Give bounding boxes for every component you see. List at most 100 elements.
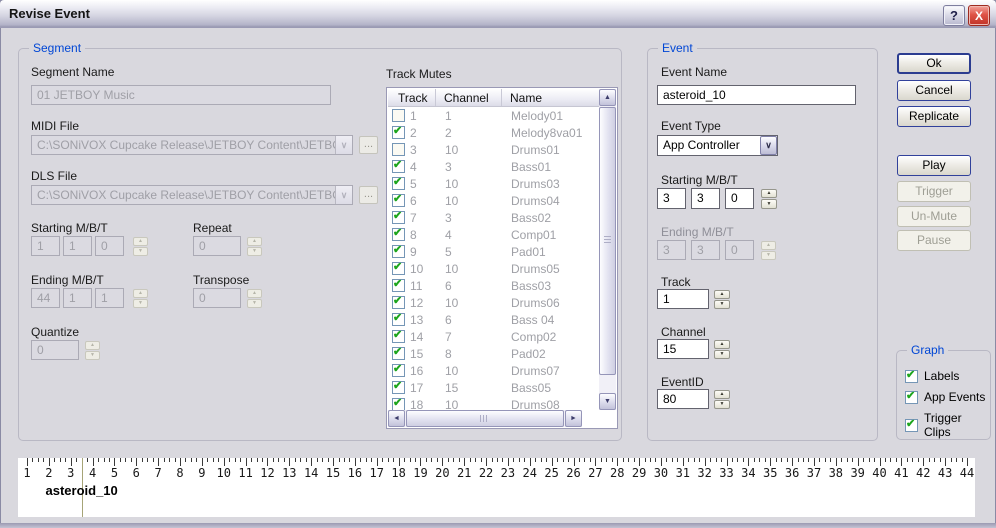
help-icon[interactable]: ? bbox=[943, 5, 965, 26]
track-row[interactable]: ✔1610Drums07 bbox=[388, 362, 599, 379]
track-channel: 4 bbox=[436, 228, 502, 242]
ruler-measure-number: 33 bbox=[719, 466, 733, 480]
play-button[interactable]: Play bbox=[897, 155, 971, 176]
spin-down-icon[interactable] bbox=[714, 300, 730, 309]
checkbox-checked[interactable]: ✔ bbox=[392, 347, 405, 360]
close-icon[interactable]: X bbox=[968, 5, 990, 26]
cancel-button[interactable]: Cancel bbox=[897, 80, 971, 101]
track-row[interactable]: 310Drums01 bbox=[388, 141, 599, 158]
event-track-stepper[interactable] bbox=[714, 289, 730, 309]
track-channel: 6 bbox=[436, 313, 502, 327]
ruler-tick bbox=[393, 458, 394, 462]
checkbox-checked[interactable]: ✔ bbox=[392, 228, 405, 241]
spin-up-icon[interactable] bbox=[714, 340, 730, 349]
event-channel-field[interactable]: 15 bbox=[657, 339, 709, 359]
checkbox-unchecked[interactable] bbox=[392, 109, 405, 122]
track-row[interactable]: ✔136Bass 04 bbox=[388, 311, 599, 328]
track-row[interactable]: ✔43Bass01 bbox=[388, 158, 599, 175]
horizontal-scrollbar[interactable]: ◄ ► bbox=[388, 410, 582, 427]
checkbox-checked[interactable]: ✔ bbox=[392, 160, 405, 173]
event-type-select[interactable]: App Controller bbox=[657, 135, 778, 156]
checkbox-checked[interactable]: ✔ bbox=[392, 245, 405, 258]
checkbox-checked[interactable]: ✔ bbox=[392, 262, 405, 275]
track-row[interactable]: ✔510Drums03 bbox=[388, 175, 599, 192]
scroll-left-icon[interactable]: ◄ bbox=[388, 410, 405, 427]
scroll-up-icon[interactable]: ▲ bbox=[599, 89, 616, 106]
column-header-name[interactable]: Name bbox=[502, 89, 599, 106]
scroll-down-icon[interactable]: ▼ bbox=[599, 393, 616, 410]
scroll-right-icon[interactable]: ► bbox=[565, 410, 582, 427]
checkbox-checked[interactable]: ✔ bbox=[392, 126, 405, 139]
timeline-panel[interactable]: 1234567891011121314151617181920212223242… bbox=[18, 458, 975, 517]
track-row[interactable]: ✔1210Drums06 bbox=[388, 294, 599, 311]
event-track-field[interactable]: 1 bbox=[657, 289, 709, 309]
column-header-track[interactable]: Track bbox=[388, 89, 436, 106]
ok-button[interactable]: Ok bbox=[897, 53, 971, 74]
spin-up-icon[interactable] bbox=[714, 390, 730, 399]
ruler-tick bbox=[666, 458, 667, 462]
checkbox-checked[interactable]: ✔ bbox=[392, 211, 405, 224]
checkbox-checked[interactable]: ✔ bbox=[905, 370, 918, 383]
checkbox-checked[interactable]: ✔ bbox=[392, 330, 405, 343]
track-number: 12 bbox=[410, 296, 436, 310]
event-id-field[interactable]: 80 bbox=[657, 389, 709, 409]
checkbox-checked[interactable]: ✔ bbox=[905, 391, 918, 404]
spin-down-icon[interactable] bbox=[714, 400, 730, 409]
checkbox-checked[interactable]: ✔ bbox=[392, 194, 405, 207]
checkbox-unchecked[interactable] bbox=[392, 143, 405, 156]
checkbox-checked[interactable]: ✔ bbox=[392, 313, 405, 326]
graph-option[interactable]: ✔Labels bbox=[905, 369, 959, 383]
track-row[interactable]: ✔1810Drums08 bbox=[388, 396, 599, 410]
event-starting-tick[interactable]: 0 bbox=[725, 188, 754, 209]
horizontal-scroll-thumb[interactable] bbox=[406, 410, 564, 427]
column-header-channel[interactable]: Channel bbox=[436, 89, 502, 106]
ruler-measure-number: 19 bbox=[413, 466, 427, 480]
checkbox-checked[interactable]: ✔ bbox=[392, 279, 405, 292]
checkbox-checked[interactable]: ✔ bbox=[392, 381, 405, 394]
ruler-tick bbox=[180, 458, 181, 466]
checkbox-checked[interactable]: ✔ bbox=[392, 398, 405, 410]
vertical-scrollbar[interactable]: ▲ ▼ bbox=[599, 89, 616, 410]
timeline-event-label[interactable]: asteroid_10 bbox=[46, 483, 118, 498]
ruler-tick bbox=[240, 458, 241, 462]
ruler-tick bbox=[147, 458, 148, 462]
chevron-down-icon[interactable] bbox=[760, 136, 777, 155]
spin-down-icon[interactable] bbox=[714, 350, 730, 359]
ruler-tick bbox=[388, 458, 389, 462]
replicate-button[interactable]: Replicate bbox=[897, 106, 971, 127]
track-row[interactable]: ✔95Pad01 bbox=[388, 243, 599, 260]
segment-name-field: 01 JETBOY Music bbox=[31, 85, 331, 105]
ruler-tick bbox=[929, 458, 930, 462]
track-row[interactable]: ✔158Pad02 bbox=[388, 345, 599, 362]
track-row[interactable]: ✔1715Bass05 bbox=[388, 379, 599, 396]
track-channel: 8 bbox=[436, 347, 502, 361]
graph-option[interactable]: ✔App Events bbox=[905, 390, 985, 404]
checkbox-checked[interactable]: ✔ bbox=[905, 419, 918, 432]
checkbox-checked[interactable]: ✔ bbox=[392, 296, 405, 309]
track-row[interactable]: 11Melody01 bbox=[388, 107, 599, 124]
track-row[interactable]: ✔84Comp01 bbox=[388, 226, 599, 243]
vertical-scroll-thumb[interactable] bbox=[599, 107, 616, 375]
track-row[interactable]: ✔1010Drums05 bbox=[388, 260, 599, 277]
title-bar[interactable]: Revise Event ? X bbox=[0, 0, 996, 28]
track-row[interactable]: ✔73Bass02 bbox=[388, 209, 599, 226]
checkbox-checked[interactable]: ✔ bbox=[392, 364, 405, 377]
event-starting-stepper[interactable] bbox=[761, 188, 777, 209]
spin-up-icon[interactable] bbox=[761, 189, 777, 199]
track-row[interactable]: ✔116Bass03 bbox=[388, 277, 599, 294]
track-row[interactable]: ✔147Comp02 bbox=[388, 328, 599, 345]
event-id-stepper[interactable] bbox=[714, 389, 730, 409]
graph-option[interactable]: ✔Trigger Clips bbox=[905, 411, 990, 439]
checkbox-checked[interactable]: ✔ bbox=[392, 177, 405, 190]
track-row[interactable]: ✔22Melody8va01 bbox=[388, 124, 599, 141]
track-row[interactable]: ✔610Drums04 bbox=[388, 192, 599, 209]
ruler-tick bbox=[93, 458, 94, 466]
event-starting-beat[interactable]: 3 bbox=[691, 188, 720, 209]
track-mutes-list[interactable]: Track Channel Name 11Melody01✔22Melody8v… bbox=[386, 87, 618, 429]
event-channel-stepper[interactable] bbox=[714, 339, 730, 359]
event-name-field[interactable]: asteroid_10 bbox=[657, 85, 856, 105]
event-starting-measure[interactable]: 3 bbox=[657, 188, 686, 209]
spin-up-icon[interactable] bbox=[714, 290, 730, 299]
spin-down-icon[interactable] bbox=[761, 199, 777, 209]
ruler-measure-number: 41 bbox=[894, 466, 908, 480]
